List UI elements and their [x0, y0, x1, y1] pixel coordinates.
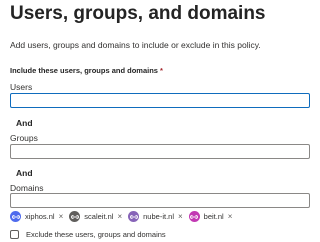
- exclude-checkbox-row[interactable]: Exclude these users, groups and domains: [10, 230, 166, 239]
- and-separator-1: And: [16, 118, 33, 128]
- groups-input[interactable]: [10, 144, 310, 159]
- link-icon: [69, 211, 81, 222]
- include-section-heading-text: Include these users, groups and domains: [10, 66, 158, 75]
- include-section-heading: Include these users, groups and domains …: [10, 66, 163, 75]
- domain-tag-list: xiphos.nl × scaleit.nl × nube-it.nl × be…: [10, 209, 238, 224]
- domain-tag: xiphos.nl ×: [10, 209, 63, 224]
- link-icon: [128, 211, 140, 222]
- domain-tag: nube-it.nl ×: [128, 209, 183, 224]
- domain-tag: scaleit.nl ×: [69, 209, 122, 224]
- policy-page: Users, groups, and domains Add users, gr…: [0, 0, 310, 242]
- groups-label: Groups: [10, 133, 38, 143]
- exclude-checkbox[interactable]: [10, 230, 19, 239]
- exclude-checkbox-label: Exclude these users, groups and domains: [26, 230, 166, 239]
- remove-tag-button[interactable]: ×: [59, 212, 64, 221]
- domain-tag: beit.nl ×: [188, 209, 233, 224]
- domain-tag-label: beit.nl: [203, 212, 224, 221]
- users-input[interactable]: [10, 93, 310, 108]
- and-separator-2: And: [16, 168, 33, 178]
- remove-tag-button[interactable]: ×: [178, 212, 183, 221]
- required-marker: *: [160, 66, 163, 75]
- domains-input[interactable]: [10, 193, 310, 208]
- domains-label: Domains: [10, 183, 44, 193]
- remove-tag-button[interactable]: ×: [228, 212, 233, 221]
- remove-tag-button[interactable]: ×: [117, 212, 122, 221]
- users-label: Users: [10, 82, 33, 92]
- page-title: Users, groups, and domains: [10, 3, 266, 24]
- domain-tag-label: scaleit.nl: [84, 212, 114, 221]
- link-icon: [10, 211, 21, 222]
- link-icon: [188, 211, 200, 222]
- page-description: Add users, groups and domains to include…: [10, 40, 261, 50]
- domain-tag-label: nube-it.nl: [143, 212, 174, 221]
- domain-tag-label: xiphos.nl: [25, 212, 55, 221]
